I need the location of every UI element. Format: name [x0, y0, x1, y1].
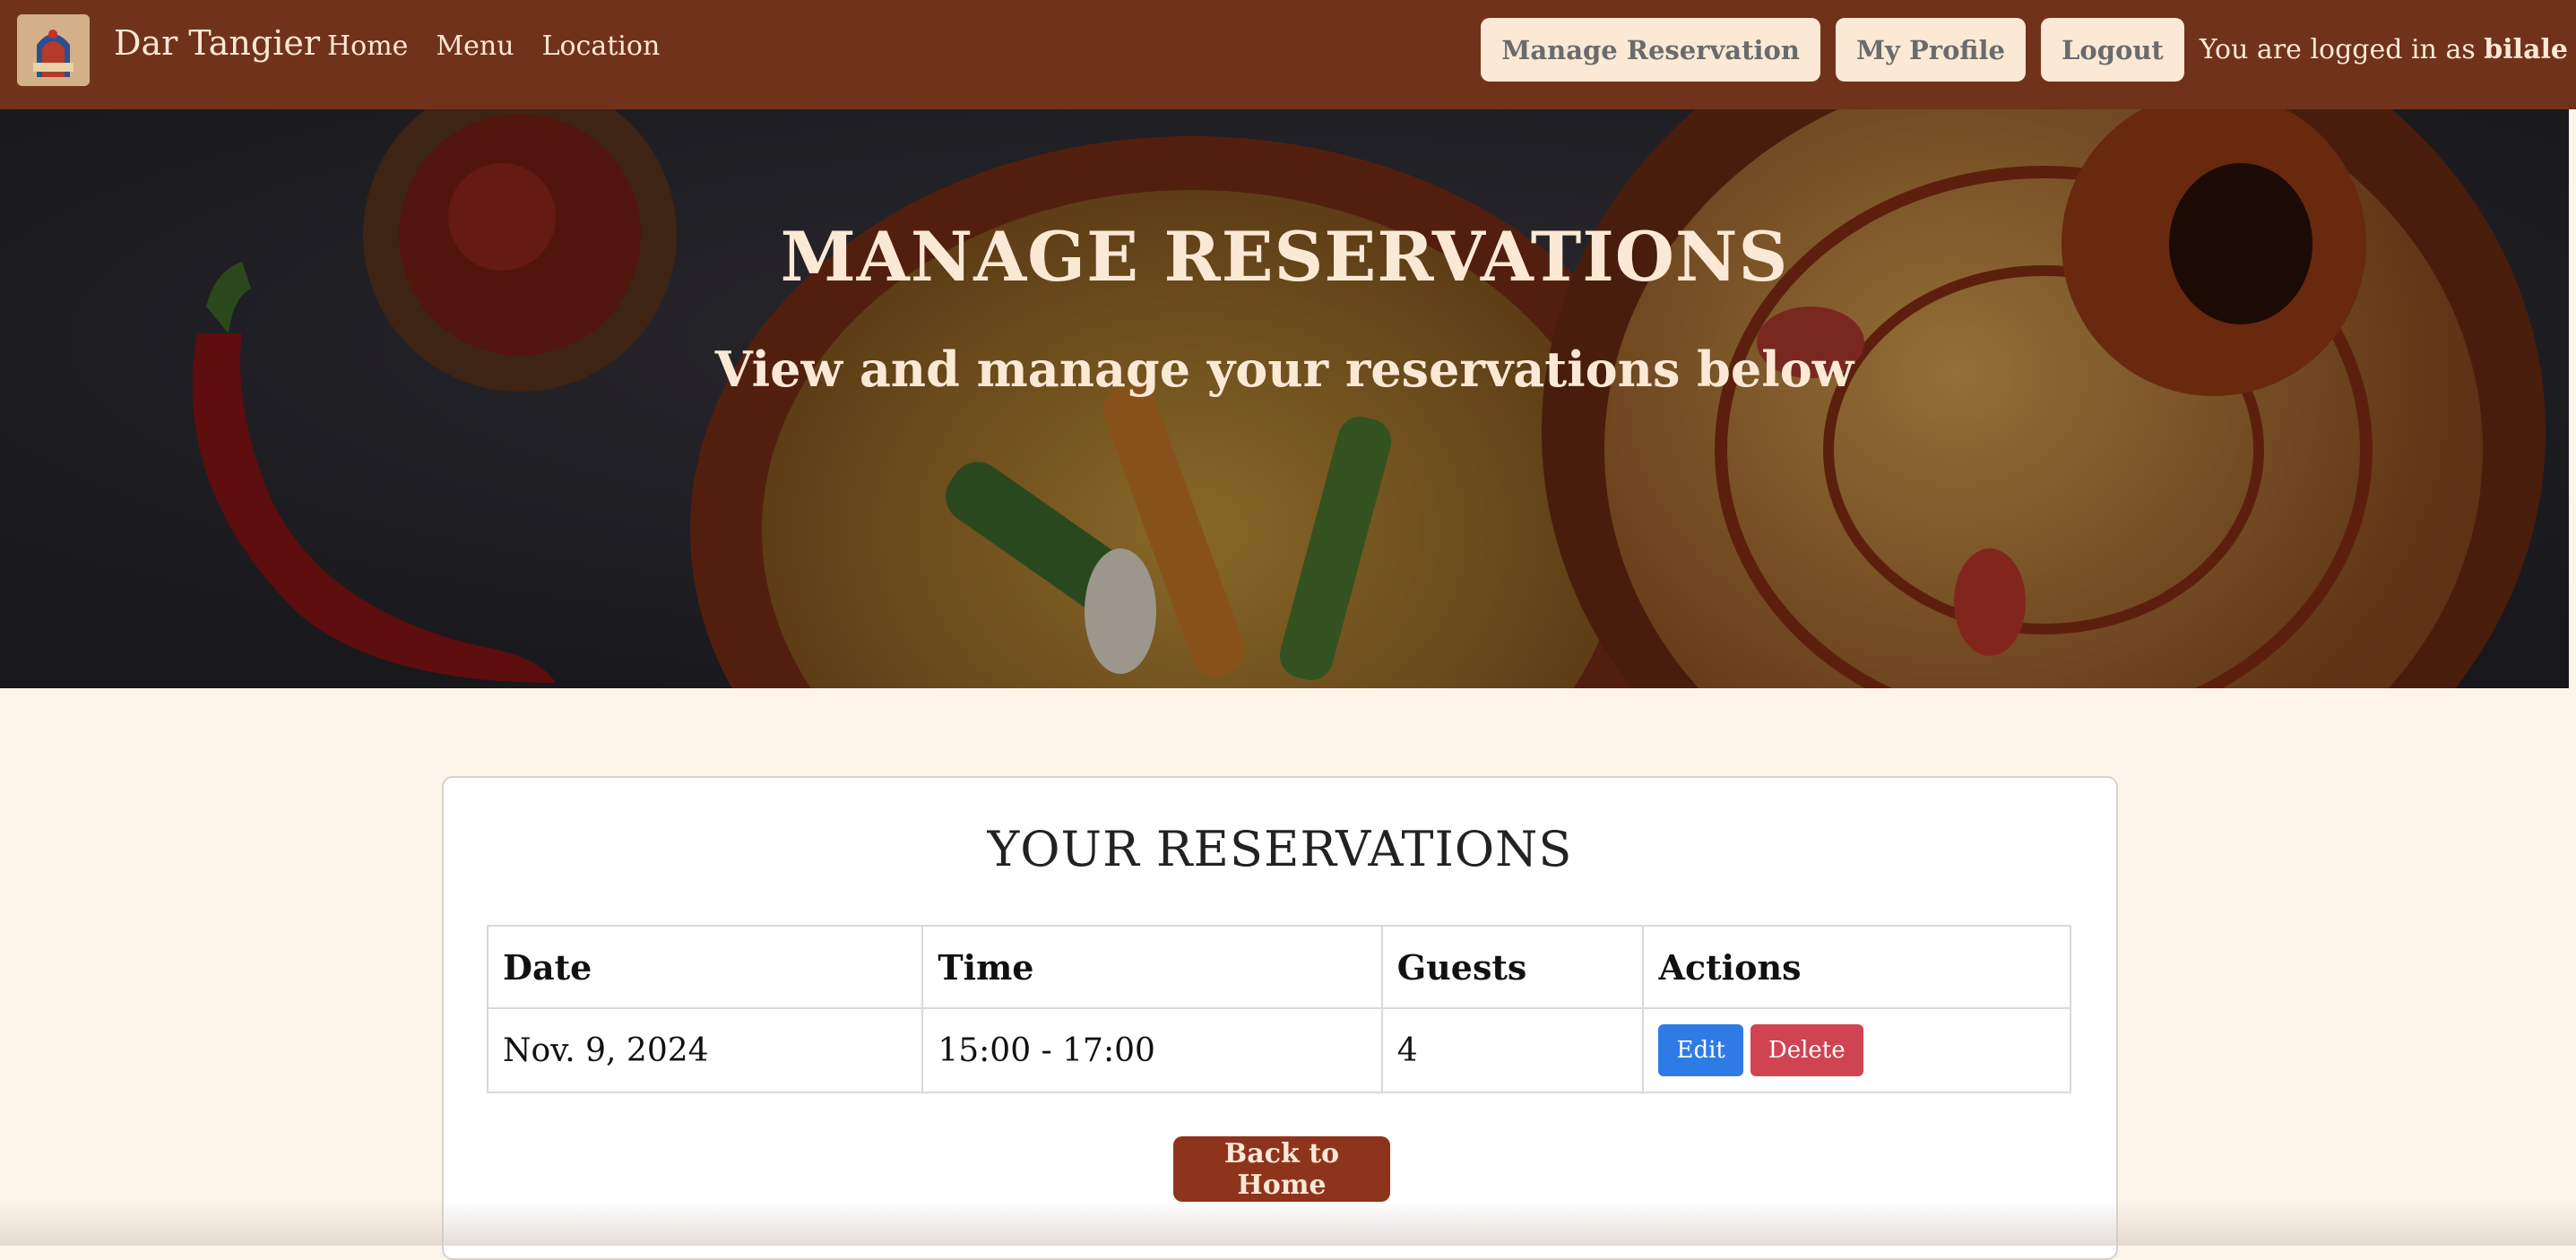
brand-logo[interactable] — [17, 14, 90, 86]
column-header-date: Date — [486, 925, 924, 1009]
brand-name[interactable]: Dar Tangier — [114, 23, 320, 63]
nav-link-menu[interactable]: Menu — [436, 30, 514, 62]
reservation-actions: Edit Delete — [1642, 1007, 2071, 1093]
logo-icon — [17, 14, 90, 86]
reservation-time: 15:00 - 17:00 — [921, 1007, 1383, 1093]
top-navbar: Dar Tangier Home Menu Location Manage Re… — [0, 0, 2576, 109]
hero-subtitle: View and manage your reservations below — [714, 341, 1854, 398]
logged-in-status: You are logged in as bilale — [2200, 34, 2568, 65]
nav-link-home[interactable]: Home — [327, 30, 408, 62]
logged-in-prefix: You are logged in as — [2199, 34, 2476, 65]
nav-links: Home Menu Location — [327, 30, 687, 62]
my-profile-button[interactable]: My Profile — [1835, 18, 2026, 82]
manage-reservation-button[interactable]: Manage Reservation — [1481, 18, 1820, 82]
nav-link-location[interactable]: Location — [542, 30, 661, 62]
nav-right: Manage Reservation My Profile Logout You… — [1481, 18, 2568, 82]
reservations-table: Date Time Guests Actions Nov. 9, 2024 15… — [486, 925, 2071, 1093]
hero-banner: MANAGE RESERVATIONS View and manage your… — [0, 109, 2569, 688]
logout-button[interactable]: Logout — [2040, 18, 2184, 82]
reservations-title: YOUR RESERVATIONS — [987, 821, 1573, 877]
hero-title: MANAGE RESERVATIONS — [780, 217, 1789, 297]
column-header-actions: Actions — [1642, 925, 2071, 1009]
hero-background-image — [0, 109, 2569, 688]
edit-button[interactable]: Edit — [1658, 1024, 1743, 1076]
username: bilale — [2484, 34, 2568, 65]
reservation-date: Nov. 9, 2024 — [486, 1007, 924, 1093]
reservation-guests: 4 — [1380, 1007, 1645, 1093]
back-to-home-button[interactable]: Back to Home — [1173, 1136, 1390, 1202]
reservations-card: YOUR RESERVATIONS Date Time Guests Actio… — [442, 776, 2118, 1260]
table-header-row: Date Time Guests Actions — [486, 925, 2071, 1009]
column-header-time: Time — [921, 925, 1383, 1009]
table-row: Nov. 9, 2024 15:00 - 17:00 4 Edit Delete — [486, 1007, 2071, 1093]
column-header-guests: Guests — [1380, 925, 1645, 1009]
delete-button[interactable]: Delete — [1750, 1024, 1863, 1076]
